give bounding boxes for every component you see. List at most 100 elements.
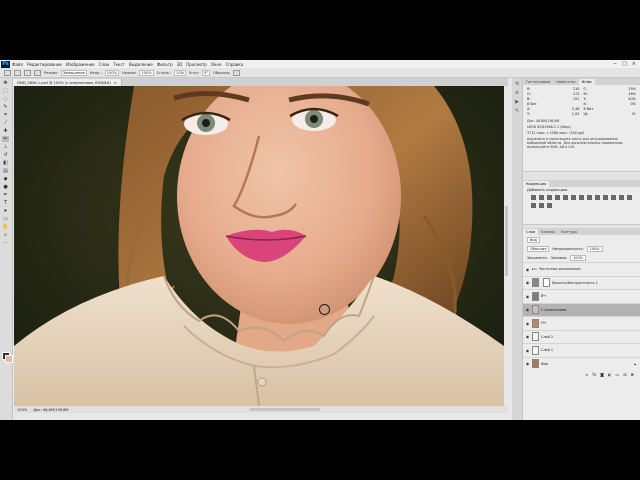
brush-settings-icon[interactable] [24,69,31,76]
shape-tool-icon[interactable]: ▭ [2,216,9,222]
visibility-eye-icon[interactable]: ◉ [525,267,530,272]
gradient-tool-icon[interactable]: ▤ [2,168,9,174]
black-white-icon[interactable] [587,195,592,200]
clone-source-icon[interactable] [34,69,41,76]
color-balance-icon[interactable] [579,195,584,200]
brush-panel-icon[interactable]: ✎ [514,108,520,114]
menu-filter[interactable]: Фильтр [157,62,173,67]
curves-icon[interactable] [547,195,552,200]
selective-color-icon[interactable] [547,203,552,208]
blend-mode-select[interactable]: Замещение [60,69,87,76]
layer-row[interactable]: ◉ Яркость/Контрастность 1 [523,275,640,290]
opacity-field[interactable]: 100% [104,69,119,76]
lasso-tool-icon[interactable]: ◌ [2,96,9,102]
tab-info[interactable]: Инфо [578,79,595,85]
flow-field[interactable]: 100% [139,69,154,76]
link-icon[interactable]: ∞ [585,372,588,377]
visibility-eye-icon[interactable]: ◉ [525,361,530,366]
layer-row[interactable]: ◉ Фон 🔒︎ [523,356,640,371]
hue-saturation-icon[interactable] [571,195,576,200]
mask-icon[interactable]: ◙ [600,372,604,377]
tool-preset-icon[interactable] [4,69,11,76]
visibility-eye-icon[interactable]: ◉ [525,280,530,285]
visibility-eye-icon[interactable]: ◉ [525,348,530,353]
menu-view[interactable]: Просмотр [186,62,207,67]
menu-help[interactable]: Справка [225,62,243,67]
menu-type[interactable]: Текст [113,62,125,67]
layer-row[interactable]: ◉ НЧ [523,316,640,330]
horizontal-scrollbar[interactable] [250,408,320,411]
layer-row[interactable]: ◉ Слой 1 [523,343,640,357]
properties-panel-icon[interactable]: ≡ [514,90,520,96]
clone-stamp-tool-icon[interactable]: ⊥ [2,144,9,150]
posterize-icon[interactable] [627,195,632,200]
invert-icon[interactable] [619,195,624,200]
zoom-tool-icon[interactable]: ⌕ [2,232,9,238]
healing-brush-tool-icon[interactable]: ✚ [2,128,9,134]
fx-icon[interactable]: fx [592,372,596,377]
close-button[interactable]: × [632,61,636,67]
menu-image[interactable]: Изображение [66,62,95,67]
vertical-scrollbar[interactable] [505,86,508,406]
folder-icon[interactable]: ▭ [616,372,620,377]
visibility-eye-icon[interactable]: ◉ [525,334,530,339]
hand-tool-icon[interactable]: ✋ [2,224,9,230]
layer-row[interactable]: ◉ ВЧ [523,289,640,303]
zoom-level[interactable]: 100% [17,408,27,412]
visibility-eye-icon[interactable]: ◉ [525,307,530,312]
brush-size-icon[interactable] [14,69,21,76]
history-brush-tool-icon[interactable]: ↺ [2,152,9,158]
tab-navigator[interactable]: Навигатор [553,79,579,85]
layer-row[interactable]: ◉ Слой 2 [523,329,640,344]
quick-select-tool-icon[interactable]: ✎ [2,104,9,110]
background-color-swatch[interactable] [5,355,13,363]
brush-tool-icon[interactable]: ✏ [2,136,9,142]
smoothing-field[interactable]: 10% [174,69,187,76]
menu-window[interactable]: Окно [211,62,222,67]
channel-mixer-icon[interactable] [603,195,608,200]
path-select-tool-icon[interactable]: ➤ [2,208,9,214]
marquee-tool-icon[interactable]: ⬚ [2,88,9,94]
more-tools-icon[interactable]: ⋯ [2,240,9,246]
threshold-icon[interactable] [531,203,536,208]
adjust-icon[interactable]: ◐ [608,372,612,377]
eraser-tool-icon[interactable]: ◧ [2,160,9,166]
tab-paths[interactable]: Контуры [558,229,580,235]
crop-tool-icon[interactable]: ⌗ [2,112,9,118]
tab-adjustments[interactable]: Коррекция [523,181,550,187]
blur-tool-icon[interactable]: ◆ [2,176,9,182]
close-tab-icon[interactable]: × [114,81,117,85]
menu-edit[interactable]: Редактирование [27,62,62,67]
exposure-icon[interactable] [555,195,560,200]
menu-file[interactable]: Файл [12,62,23,67]
tab-layers[interactable]: Слои [523,229,539,235]
visibility-eye-icon[interactable]: ◉ [525,321,530,326]
eyedropper-tool-icon[interactable]: ⁄ [2,120,9,126]
layer-blend-mode[interactable]: Обычные [527,245,550,252]
menu-3d[interactable]: 3D [177,62,183,67]
photo-filter-icon[interactable] [595,195,600,200]
pen-tool-icon[interactable]: ✒ [2,192,9,198]
menu-layers[interactable]: Слои [99,62,109,67]
move-tool-icon[interactable]: ✥ [2,80,9,86]
layer-fill-field[interactable]: 100% [570,254,586,261]
menu-select[interactable]: Выделение [129,62,153,67]
history-panel-icon[interactable]: ⟲ [514,81,520,87]
layer-kind-filter[interactable]: Вид [527,236,540,243]
angle-field[interactable]: 0° [201,69,211,76]
tab-histogram[interactable]: Гистограмма [523,79,553,85]
minimize-button[interactable]: − [613,61,617,67]
new-layer-icon[interactable]: ⊞ [623,372,626,377]
levels-icon[interactable] [539,195,544,200]
actions-panel-icon[interactable]: ▶ [514,99,520,105]
pressure-icon[interactable] [233,69,241,76]
layer-row[interactable]: ◉ ▸▭ Частотное разложение [523,262,640,276]
layer-row-selected[interactable]: ◉ С изменением [523,302,640,316]
dodge-tool-icon[interactable]: ● [2,184,9,190]
tab-channels[interactable]: Каналы [538,229,558,235]
vertical-scroll-thumb[interactable] [505,206,508,276]
color-lookup-icon[interactable] [611,195,616,200]
document-tab[interactable]: DMD_5806-1.psd @ 100% (с изменением, RGB… [13,79,122,86]
layer-opacity-field[interactable]: 100% [586,245,603,252]
type-tool-icon[interactable]: T [2,200,9,206]
